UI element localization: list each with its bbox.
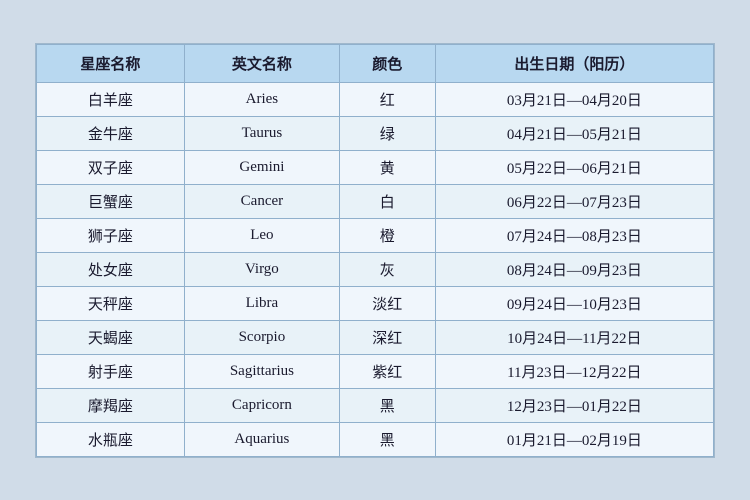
col-header-chinese: 星座名称 [37,44,185,82]
cell-7-2: 深红 [339,320,435,354]
cell-10-0: 水瓶座 [37,422,185,456]
cell-0-0: 白羊座 [37,82,185,116]
table-row: 金牛座Taurus绿04月21日—05月21日 [37,116,714,150]
cell-3-2: 白 [339,184,435,218]
table-row: 巨蟹座Cancer白06月22日—07月23日 [37,184,714,218]
col-header-color: 颜色 [339,44,435,82]
cell-4-1: Leo [184,218,339,252]
cell-0-3: 03月21日—04月20日 [435,82,713,116]
cell-6-2: 淡红 [339,286,435,320]
cell-1-2: 绿 [339,116,435,150]
cell-4-3: 07月24日—08月23日 [435,218,713,252]
cell-6-0: 天秤座 [37,286,185,320]
cell-4-0: 狮子座 [37,218,185,252]
cell-2-0: 双子座 [37,150,185,184]
cell-3-1: Cancer [184,184,339,218]
table-body: 白羊座Aries红03月21日—04月20日金牛座Taurus绿04月21日—0… [37,82,714,456]
cell-2-2: 黄 [339,150,435,184]
cell-5-0: 处女座 [37,252,185,286]
table-row: 白羊座Aries红03月21日—04月20日 [37,82,714,116]
cell-9-3: 12月23日—01月22日 [435,388,713,422]
cell-1-1: Taurus [184,116,339,150]
cell-7-1: Scorpio [184,320,339,354]
cell-7-0: 天蝎座 [37,320,185,354]
cell-1-0: 金牛座 [37,116,185,150]
table-row: 摩羯座Capricorn黑12月23日—01月22日 [37,388,714,422]
cell-8-2: 紫红 [339,354,435,388]
cell-0-2: 红 [339,82,435,116]
cell-6-3: 09月24日—10月23日 [435,286,713,320]
table-row: 天秤座Libra淡红09月24日—10月23日 [37,286,714,320]
col-header-english: 英文名称 [184,44,339,82]
cell-10-2: 黑 [339,422,435,456]
table-header-row: 星座名称 英文名称 颜色 出生日期（阳历） [37,44,714,82]
cell-8-1: Sagittarius [184,354,339,388]
table-row: 狮子座Leo橙07月24日—08月23日 [37,218,714,252]
cell-5-1: Virgo [184,252,339,286]
zodiac-table: 星座名称 英文名称 颜色 出生日期（阳历） 白羊座Aries红03月21日—04… [36,44,714,457]
col-header-date: 出生日期（阳历） [435,44,713,82]
cell-0-1: Aries [184,82,339,116]
cell-9-2: 黑 [339,388,435,422]
cell-9-1: Capricorn [184,388,339,422]
cell-2-3: 05月22日—06月21日 [435,150,713,184]
zodiac-table-container: 星座名称 英文名称 颜色 出生日期（阳历） 白羊座Aries红03月21日—04… [35,43,715,458]
table-row: 处女座Virgo灰08月24日—09月23日 [37,252,714,286]
cell-10-1: Aquarius [184,422,339,456]
cell-6-1: Libra [184,286,339,320]
cell-5-3: 08月24日—09月23日 [435,252,713,286]
cell-3-3: 06月22日—07月23日 [435,184,713,218]
cell-7-3: 10月24日—11月22日 [435,320,713,354]
cell-5-2: 灰 [339,252,435,286]
table-row: 双子座Gemini黄05月22日—06月21日 [37,150,714,184]
cell-10-3: 01月21日—02月19日 [435,422,713,456]
table-row: 水瓶座Aquarius黑01月21日—02月19日 [37,422,714,456]
table-row: 天蝎座Scorpio深红10月24日—11月22日 [37,320,714,354]
cell-1-3: 04月21日—05月21日 [435,116,713,150]
table-row: 射手座Sagittarius紫红11月23日—12月22日 [37,354,714,388]
cell-8-3: 11月23日—12月22日 [435,354,713,388]
cell-9-0: 摩羯座 [37,388,185,422]
cell-2-1: Gemini [184,150,339,184]
cell-4-2: 橙 [339,218,435,252]
cell-8-0: 射手座 [37,354,185,388]
cell-3-0: 巨蟹座 [37,184,185,218]
